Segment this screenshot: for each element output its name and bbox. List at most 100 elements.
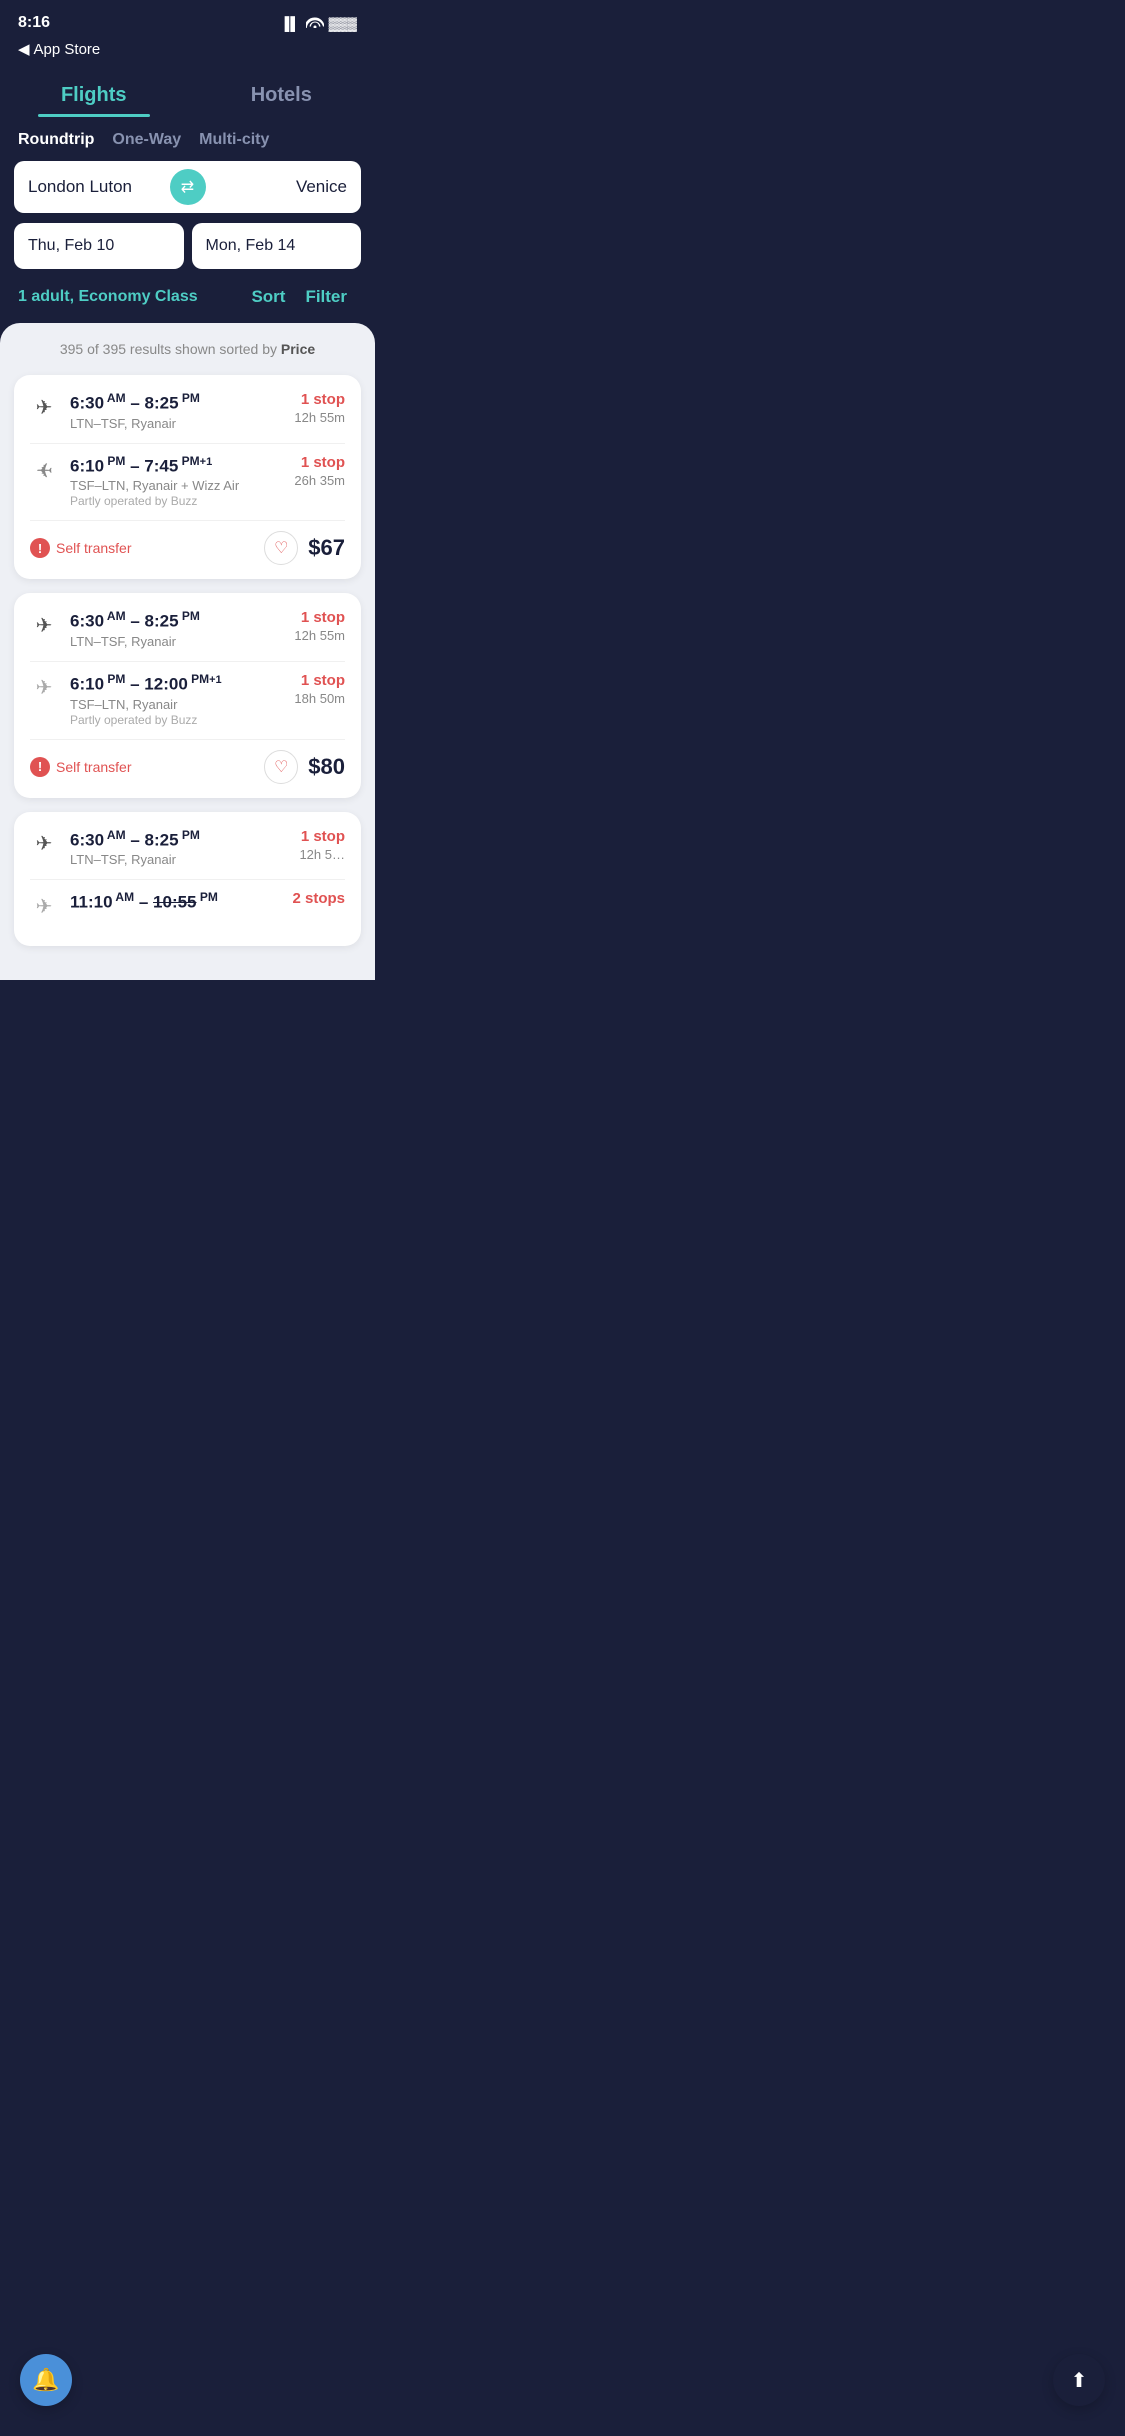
inbound-stops: 2 stops xyxy=(292,890,345,907)
inbound-arrive-time: 7:45 xyxy=(144,456,178,475)
inbound-operated: Partly operated by Buzz xyxy=(70,713,282,727)
origin-value: London Luton xyxy=(28,177,132,197)
outbound-duration: 12h 5… xyxy=(299,847,345,862)
tab-hotels[interactable]: Hotels xyxy=(188,76,376,117)
passengers-info[interactable]: 1 adult, Economy Class xyxy=(18,288,241,306)
outbound-depart-period: AM xyxy=(104,828,126,842)
favorite-button[interactable]: ♡ xyxy=(264,531,298,565)
leg-separator xyxy=(30,443,345,444)
inbound-times: 11:10 AM – 10:55 PM xyxy=(70,890,280,913)
sort-button[interactable]: Sort xyxy=(241,287,295,307)
return-date-field[interactable]: Mon, Feb 14 xyxy=(192,223,362,269)
destination-value: Venice xyxy=(296,177,347,197)
passengers-label: 1 adult, Economy Class xyxy=(18,288,198,305)
airline-icon-outbound: ✈ xyxy=(30,393,58,421)
outbound-route: LTN–TSF, Ryanair xyxy=(70,852,287,867)
return-date-value: Mon, Feb 14 xyxy=(206,237,296,254)
status-bar: 8:16 ▐▌ ▓▓▓ xyxy=(0,0,375,38)
outbound-stop-info: 1 stop 12h 55m xyxy=(294,609,345,643)
inbound-arrive-period: PM xyxy=(188,672,209,686)
self-transfer-icon: ! xyxy=(30,538,50,558)
share-icon: ⬆ xyxy=(1071,2368,1088,2393)
tab-flights[interactable]: Flights xyxy=(0,76,188,117)
inbound-leg-info: 11:10 AM – 10:55 PM xyxy=(70,890,280,913)
results-area: 395 of 395 results shown sorted by Price… xyxy=(0,323,375,980)
flight-card[interactable]: ✈ 6:30 AM – 8:25 PM LTN–TSF, Ryanair 1 s… xyxy=(14,812,361,947)
share-button[interactable]: ⬆ xyxy=(1053,2354,1105,2406)
notification-button[interactable]: 🔔 xyxy=(20,2354,72,2406)
inbound-depart-period: PM xyxy=(104,672,125,686)
options-bar: 1 adult, Economy Class Sort Filter xyxy=(0,283,375,323)
inbound-arrive-period: PM xyxy=(197,890,218,904)
flight-card[interactable]: ✈ 6:30 AM – 8:25 PM LTN–TSF, Ryanair 1 s… xyxy=(14,375,361,579)
self-transfer-label: Self transfer xyxy=(56,540,131,556)
card-footer: ! Self transfer ♡ $67 xyxy=(30,520,345,565)
outbound-times: 6:30 AM – 8:25 PM xyxy=(70,609,282,632)
outbound-arrive-period: PM xyxy=(179,391,200,405)
outbound-arrive-time: 8:25 xyxy=(145,830,179,849)
inbound-depart-period: AM xyxy=(113,890,135,904)
outbound-times: 6:30 AM – 8:25 PM xyxy=(70,391,282,414)
app-store-label: App Store xyxy=(34,41,101,58)
outbound-stop-info: 1 stop 12h 5… xyxy=(299,828,345,862)
inbound-route: TSF–LTN, Ryanair xyxy=(70,697,282,712)
status-time: 8:16 xyxy=(18,14,50,32)
plane-icon: ✈ xyxy=(36,831,53,856)
outbound-route: LTN–TSF, Ryanair xyxy=(70,634,282,649)
status-icons: ▐▌ ▓▓▓ xyxy=(280,15,357,32)
time-separator: – xyxy=(130,830,144,849)
airline-icon-inbound: ✈ xyxy=(30,674,58,702)
filter-button[interactable]: Filter xyxy=(295,287,357,307)
inbound-plus-day: +1 xyxy=(200,456,213,468)
self-transfer-info: ! Self transfer xyxy=(30,538,131,558)
inbound-plus-day: +1 xyxy=(209,674,222,686)
inbound-arrive-time: 10:55 xyxy=(153,893,196,912)
trip-type-oneway[interactable]: One-Way xyxy=(112,131,181,149)
price-area: ♡ $67 xyxy=(264,531,345,565)
origin-field[interactable]: London Luton xyxy=(14,161,188,213)
departure-date-value: Thu, Feb 10 xyxy=(28,237,114,254)
outbound-stops: 1 stop xyxy=(294,391,345,408)
app-store-back[interactable]: ◀ App Store xyxy=(0,38,375,68)
date-input: Thu, Feb 10 Mon, Feb 14 xyxy=(14,223,361,269)
outbound-times: 6:30 AM – 8:25 PM xyxy=(70,828,287,851)
plane-icon: ✈ xyxy=(36,613,53,638)
outbound-depart-period: AM xyxy=(104,609,126,623)
inbound-operated: Partly operated by Buzz xyxy=(70,494,282,508)
self-transfer-info: ! Self transfer xyxy=(30,757,131,777)
sort-by-label: Price xyxy=(281,341,315,357)
flight-card[interactable]: ✈ 6:30 AM – 8:25 PM LTN–TSF, Ryanair 1 s… xyxy=(14,593,361,797)
time-separator: – xyxy=(139,893,153,912)
outbound-leg-info: 6:30 AM – 8:25 PM LTN–TSF, Ryanair xyxy=(70,391,282,431)
inbound-stops: 1 stop xyxy=(294,454,345,471)
trip-type-roundtrip[interactable]: Roundtrip xyxy=(18,131,94,149)
inbound-depart-time: 6:10 xyxy=(70,675,104,694)
inbound-duration: 18h 50m xyxy=(294,691,345,706)
swap-button[interactable]: ⇄ xyxy=(170,169,206,205)
back-chevron-icon: ◀ xyxy=(18,40,30,58)
inbound-arrive-time: 12:00 xyxy=(144,675,187,694)
leg-separator xyxy=(30,661,345,662)
inbound-stop-info: 1 stop 26h 35m xyxy=(294,454,345,488)
destination-field[interactable]: Venice xyxy=(188,161,362,213)
signal-icon: ▐▌ xyxy=(280,16,300,31)
trip-type-multicity[interactable]: Multi-city xyxy=(199,131,269,149)
price-tag: $80 xyxy=(308,754,345,780)
airline-icon-outbound: ✈ xyxy=(30,830,58,858)
price-area: ♡ $80 xyxy=(264,750,345,784)
favorite-button[interactable]: ♡ xyxy=(264,750,298,784)
outbound-leg-info: 6:30 AM – 8:25 PM LTN–TSF, Ryanair xyxy=(70,609,282,649)
outbound-depart-time: 6:30 xyxy=(70,830,104,849)
inbound-arrive-period: PM xyxy=(178,454,199,468)
inbound-depart-period: PM xyxy=(104,454,125,468)
airline-icon-inbound: ✈ xyxy=(30,892,58,920)
time-separator: – xyxy=(130,456,144,475)
outbound-arrive-period: PM xyxy=(179,828,200,842)
inbound-leg-info: 6:10 PM – 7:45 PM+1 TSF–LTN, Ryanair + W… xyxy=(70,454,282,509)
inbound-stop-info: 2 stops xyxy=(292,890,345,907)
departure-date-field[interactable]: Thu, Feb 10 xyxy=(14,223,184,269)
swap-icon: ⇄ xyxy=(181,177,194,197)
plane-icon-2: ✈ xyxy=(36,675,53,700)
airline-icon-outbound: ✈ xyxy=(30,611,58,639)
outbound-arrive-period: PM xyxy=(179,609,200,623)
